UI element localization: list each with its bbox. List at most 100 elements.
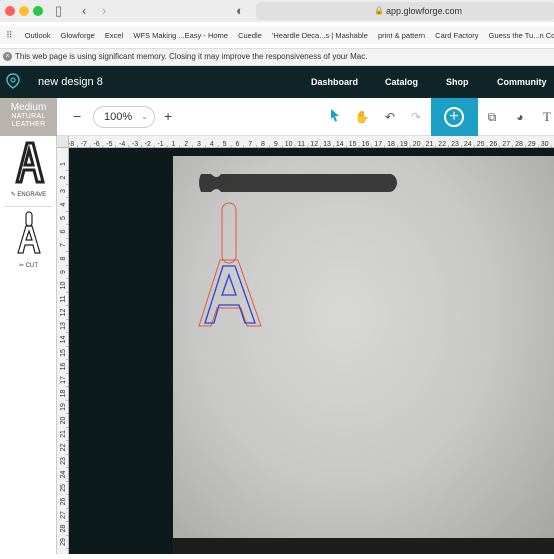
privacy-shield-icon[interactable]: ◐ [236, 2, 244, 20]
ruler-tick-label: -2 [145, 141, 151, 148]
bookmark-item[interactable]: Cuedle [238, 27, 262, 44]
hand-pan-icon[interactable]: ✋ [354, 108, 370, 126]
ruler-tick-label: 19 [60, 403, 67, 411]
ruler-tick-label: 22 [438, 141, 446, 148]
minimize-window-button[interactable] [19, 6, 29, 16]
design-title[interactable]: new design 8 [38, 66, 103, 98]
cut-thumbnail [16, 211, 41, 254]
ruler-tick-label: 25 [60, 484, 67, 492]
ruler-tick-label: 13 [323, 141, 331, 148]
step-engrave[interactable]: ✎ ENGRAVE [4, 140, 53, 198]
sidebar-toggle-icon[interactable]: ▯ [55, 2, 62, 20]
address-bar[interactable]: 🔒 app.glowforge.com [256, 2, 554, 20]
undo-icon[interactable]: ↶ [382, 108, 398, 126]
ruler-tick-label: 9 [274, 141, 278, 148]
ruler-tick-label: 18 [60, 390, 67, 398]
ruler-tick-label: 4 [60, 202, 67, 206]
bookmark-item[interactable]: Glowforge [61, 27, 95, 44]
bookmarks-bar: ⠿ Outlook Glowforge Excel WFS Making ...… [0, 26, 554, 44]
ruler-tick-label: 17 [374, 141, 382, 148]
ruler-tick-label: 22 [60, 444, 67, 452]
ruler-ticks: 1234567891011121314151617181920212223242… [60, 162, 69, 549]
ruler-tick-label: 28 [515, 141, 523, 148]
close-window-button[interactable] [5, 6, 15, 16]
bookmark-item[interactable]: Card Factory [435, 27, 478, 44]
ruler-tick-label: 5 [223, 141, 227, 148]
ruler-tick-label: 3 [60, 189, 67, 193]
bookmark-item[interactable]: Excel [105, 27, 123, 44]
ruler-tick-label: 29 [528, 141, 536, 148]
material-name-line2: LEATHER [11, 121, 46, 128]
text-icon[interactable]: T [539, 108, 554, 126]
ruler-tick-label: 2 [184, 141, 188, 148]
ruler-tick-label: 12 [60, 309, 67, 317]
shapes-icon[interactable]: ◕ [512, 108, 528, 126]
design-artwork [173, 174, 554, 554]
select-arrow-icon[interactable] [327, 108, 343, 126]
nav-catalog[interactable]: Catalog [385, 66, 418, 98]
bookmark-item[interactable]: Guess the Tu...n Colmanweb [489, 27, 554, 44]
forward-icon[interactable]: › [102, 2, 106, 20]
close-warning-icon[interactable]: × [3, 52, 12, 61]
ruler-tick-label: 21 [60, 430, 67, 438]
zoom-select[interactable]: 100% ⌄ [93, 106, 155, 128]
memory-warning-text: This web page is using significant memor… [15, 52, 368, 61]
ruler-tick-label: 11 [60, 295, 67, 302]
nav-shop[interactable]: Shop [446, 66, 469, 98]
ruler-tick-label: 5 [60, 216, 67, 220]
strap-shadow [199, 174, 397, 192]
ruler-tick-label: 16 [362, 141, 370, 148]
ruler-tick-label: 27 [60, 511, 67, 519]
cut-path [198, 202, 262, 327]
chevron-down-icon: ⌄ [141, 112, 148, 121]
zoom-out-button[interactable]: − [73, 106, 81, 126]
memory-warning-banner: × This web page is using significant mem… [0, 48, 554, 66]
ruler-tick-label: 24 [464, 141, 472, 148]
add-artwork-button[interactable]: + [431, 98, 478, 136]
ruler-tick-label: -3 [132, 141, 138, 148]
ruler-tick-label: 7 [60, 243, 67, 247]
design-canvas[interactable] [69, 148, 554, 554]
nav-dashboard[interactable]: Dashboard [311, 66, 358, 98]
ruler-tick-label: -6 [93, 141, 99, 148]
bookmark-item[interactable]: print & pattern [378, 27, 425, 44]
zoom-window-button[interactable] [33, 6, 43, 16]
ruler-tick-label: 10 [60, 282, 67, 290]
ruler-tick-label: 18 [387, 141, 395, 148]
step-cut[interactable]: ✂ CUT [4, 206, 53, 269]
engrave-thumbnail [14, 141, 45, 184]
vertical-ruler: 1 2 3 4 5 6 7 8 9 10 11 12 13 14 15 16 17 18 19 20 21 22 23 24 2… [57, 148, 69, 554]
bookmark-item[interactable]: WFS Making ...Easy - Home [133, 27, 228, 44]
copy-icon[interactable]: ⧉ [484, 108, 500, 126]
back-icon[interactable]: ‹ [82, 2, 86, 20]
grid-icon[interactable]: ⠿ [6, 26, 13, 44]
glowforge-logo-icon[interactable] [6, 73, 20, 89]
ruler-tick-label: 26 [60, 498, 67, 506]
nav-community[interactable]: Community [497, 66, 547, 98]
ruler-tick-label: 23 [60, 457, 67, 465]
ruler-tick-label: 25 [477, 141, 485, 148]
ruler-tick-label: -5 [106, 141, 112, 148]
ruler-tick-label: 7 [248, 141, 252, 148]
bookmark-item[interactable]: 'Heardle Deca...s | Mashable [272, 27, 368, 44]
redo-icon[interactable]: ↷ [408, 108, 424, 126]
ruler-tick-label: 9 [60, 270, 67, 274]
ruler-tick-label: 20 [60, 417, 67, 425]
engrave-path [204, 265, 256, 324]
ruler-tick-label: 13 [60, 322, 67, 330]
ruler-tick-label: 14 [60, 336, 67, 344]
material-title: Medium [10, 102, 47, 113]
lock-icon: 🔒 [374, 6, 384, 15]
ruler-tick-label: 8 [261, 141, 265, 148]
bookmark-item[interactable]: Outlook [25, 27, 51, 44]
material-name-line1: NATURAL [11, 113, 46, 120]
ruler-tick-label: 16 [60, 363, 67, 371]
app-navbar: new design 8 Dashboard Catalog Shop Comm… [0, 66, 554, 98]
ruler-tick-label: 14 [336, 141, 344, 148]
zoom-in-button[interactable]: + [164, 106, 172, 126]
step-label: ✂ CUT [18, 263, 39, 269]
material-selector[interactable]: Medium NATURAL LEATHER [0, 98, 57, 136]
ruler-tick-label: 11 [298, 141, 305, 148]
zoom-value: 100% [104, 111, 133, 123]
ruler-corner [57, 136, 69, 148]
